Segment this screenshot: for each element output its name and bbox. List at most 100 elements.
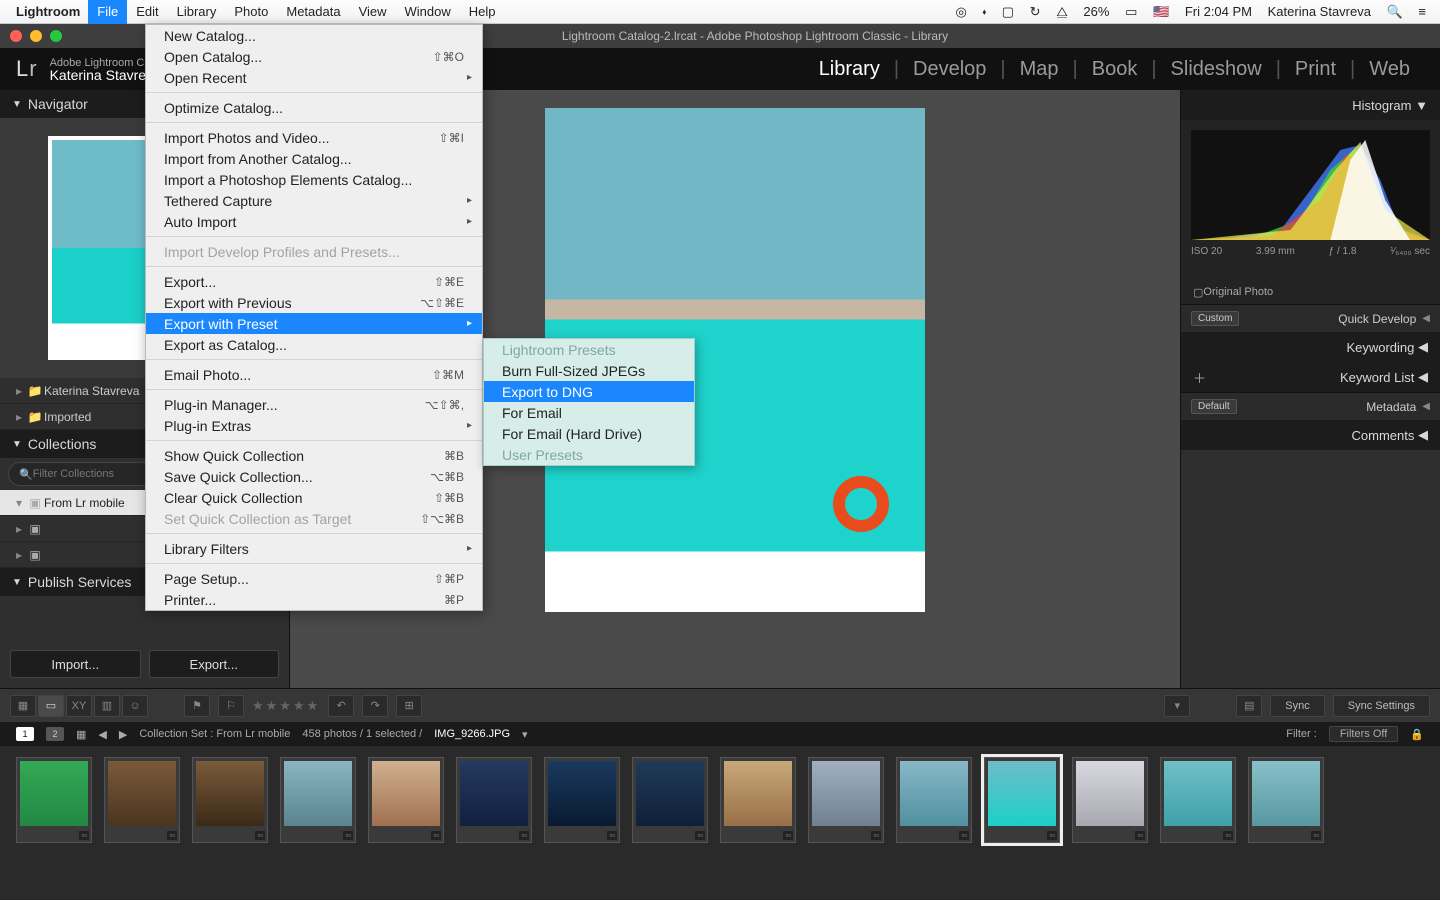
menu-item[interactable]: Email Photo...⇧⌘M xyxy=(146,364,482,385)
submenu-item[interactable]: Burn Full-Sized JPEGs xyxy=(484,360,694,381)
import-button[interactable]: Import... xyxy=(10,650,141,678)
loupe-view-icon[interactable]: ▭ xyxy=(38,695,64,717)
filmstrip-thumb[interactable]: ▫▫ xyxy=(192,757,268,843)
menu-item[interactable]: Clear Quick Collection⇧⌘B xyxy=(146,487,482,508)
filmstrip-thumb[interactable]: ▫▫ xyxy=(896,757,972,843)
survey-view-icon[interactable]: ▥ xyxy=(94,695,120,717)
filmstrip-thumb[interactable]: ▫▫ xyxy=(368,757,444,843)
quick-develop-header[interactable]: Custom Quick Develop◀ xyxy=(1181,304,1440,332)
menu-item[interactable]: Open Recent xyxy=(146,67,482,88)
sync-metadata-icon[interactable]: ▤ xyxy=(1236,695,1262,717)
menu-library[interactable]: Library xyxy=(168,0,226,24)
screen-1-icon[interactable]: 1 xyxy=(16,727,34,741)
minimize-icon[interactable] xyxy=(30,30,42,42)
close-icon[interactable] xyxy=(10,30,22,42)
dropbox-icon[interactable]: ⬪ xyxy=(976,4,992,20)
clock[interactable]: Fri 2:04 PM xyxy=(1179,4,1258,19)
rotate-right-icon[interactable]: ↷ xyxy=(362,695,388,717)
menu-item[interactable]: Auto Import xyxy=(146,211,482,232)
tab-map[interactable]: Map xyxy=(1006,58,1073,81)
wifi-icon[interactable]: ⧋ xyxy=(1050,4,1074,20)
spotlight-icon[interactable]: 🔍 xyxy=(1381,4,1409,20)
menu-item[interactable]: Save Quick Collection...⌥⌘B xyxy=(146,466,482,487)
tab-book[interactable]: Book xyxy=(1078,58,1152,81)
submenu-item[interactable]: Export to DNG xyxy=(484,381,694,402)
tab-develop[interactable]: Develop xyxy=(899,58,1000,81)
app-name[interactable]: Lightroom xyxy=(8,4,88,19)
metadata-preset[interactable]: Default xyxy=(1191,399,1237,414)
toolbar-chevron-icon[interactable]: ▾ xyxy=(1164,695,1190,717)
sync-settings-button[interactable]: Sync Settings xyxy=(1333,695,1430,717)
menu-photo[interactable]: Photo xyxy=(225,0,277,24)
menu-item[interactable]: Export with Preset xyxy=(146,313,482,334)
histogram-header[interactable]: Histogram ▼ xyxy=(1181,90,1440,120)
menu-item[interactable]: New Catalog... xyxy=(146,25,482,46)
menu-icon[interactable]: ≡ xyxy=(1412,4,1432,19)
airplay-icon[interactable]: ▢ xyxy=(996,4,1020,20)
menu-item[interactable]: Printer...⌘P xyxy=(146,589,482,610)
flag-pick-icon[interactable]: ⚑ xyxy=(184,695,210,717)
screen-2-icon[interactable]: 2 xyxy=(46,727,64,741)
menu-item[interactable]: Export...⇧⌘E xyxy=(146,271,482,292)
menu-file[interactable]: File xyxy=(88,0,127,24)
tab-web[interactable]: Web xyxy=(1355,58,1424,81)
filmstrip[interactable]: ▫▫▫▫▫▫▫▫▫▫▫▫▫▫▫▫▫▫▫▫▫▫▫▫▫▫▫▫▫▫ xyxy=(0,746,1440,854)
filename-chevron-icon[interactable]: ▾ xyxy=(522,728,528,741)
filmstrip-thumb[interactable]: ▫▫ xyxy=(808,757,884,843)
filmstrip-thumb[interactable]: ▫▫ xyxy=(104,757,180,843)
filmstrip-thumb[interactable]: ▫▫ xyxy=(720,757,796,843)
grid-view-icon[interactable]: ▦ xyxy=(10,695,36,717)
flag-reject-icon[interactable]: ⚐ xyxy=(218,695,244,717)
nav-grid-icon[interactable]: ⊞ xyxy=(396,695,422,717)
menu-item[interactable]: Library Filters xyxy=(146,538,482,559)
keyword-list-header[interactable]: ＋Keyword List ◀ xyxy=(1181,362,1440,392)
prev-icon[interactable]: ◀ xyxy=(98,728,106,741)
rating-stars[interactable]: ★★★★★ xyxy=(252,698,320,714)
filmstrip-thumb[interactable]: ▫▫ xyxy=(544,757,620,843)
original-photo-row[interactable]: ▢ Original Photo xyxy=(1181,280,1440,304)
filmstrip-thumb[interactable]: ▫▫ xyxy=(16,757,92,843)
menu-item[interactable]: Open Catalog...⇧⌘O xyxy=(146,46,482,67)
menu-item[interactable]: Optimize Catalog... xyxy=(146,97,482,118)
filmstrip-thumb[interactable]: ▫▫ xyxy=(632,757,708,843)
zoom-icon[interactable] xyxy=(50,30,62,42)
grid-icon[interactable]: ▦ xyxy=(76,728,86,741)
cc-icon[interactable]: ◎ xyxy=(949,4,972,20)
menu-window[interactable]: Window xyxy=(396,0,460,24)
filename-label[interactable]: IMG_9266.JPG xyxy=(434,728,510,740)
menu-item[interactable]: Page Setup...⇧⌘P xyxy=(146,568,482,589)
filter-value[interactable]: Filters Off xyxy=(1329,726,1398,742)
rotate-left-icon[interactable]: ↶ xyxy=(328,695,354,717)
menu-item[interactable]: Export as Catalog... xyxy=(146,334,482,355)
filmstrip-thumb[interactable]: ▫▫ xyxy=(1072,757,1148,843)
filmstrip-thumb[interactable]: ▫▫ xyxy=(984,757,1060,843)
menu-view[interactable]: View xyxy=(350,0,396,24)
battery-icon[interactable]: ▭ xyxy=(1119,4,1143,20)
menu-item[interactable]: Tethered Capture xyxy=(146,190,482,211)
quickdev-preset[interactable]: Custom xyxy=(1191,311,1239,326)
menu-edit[interactable]: Edit xyxy=(127,0,167,24)
compare-view-icon[interactable]: XY xyxy=(66,695,92,717)
filmstrip-thumb[interactable]: ▫▫ xyxy=(1160,757,1236,843)
menu-item[interactable]: Plug-in Extras xyxy=(146,415,482,436)
filmstrip-thumb[interactable]: ▫▫ xyxy=(1248,757,1324,843)
menu-help[interactable]: Help xyxy=(460,0,505,24)
menu-item[interactable]: Plug-in Manager...⌥⇧⌘, xyxy=(146,394,482,415)
keywording-header[interactable]: Keywording ◀ xyxy=(1181,332,1440,362)
filmstrip-thumb[interactable]: ▫▫ xyxy=(280,757,356,843)
export-button[interactable]: Export... xyxy=(149,650,280,678)
submenu-item[interactable]: For Email (Hard Drive) xyxy=(484,423,694,444)
tab-slideshow[interactable]: Slideshow xyxy=(1157,58,1276,81)
menu-item[interactable]: Import Photos and Video...⇧⌘I xyxy=(146,127,482,148)
menu-metadata[interactable]: Metadata xyxy=(277,0,349,24)
menu-item[interactable]: Export with Previous⌥⇧⌘E xyxy=(146,292,482,313)
username[interactable]: Katerina Stavreva xyxy=(1262,4,1377,19)
flag-icon[interactable]: 🇺🇸 xyxy=(1147,4,1175,20)
submenu-item[interactable]: For Email xyxy=(484,402,694,423)
timemachine-icon[interactable]: ↻ xyxy=(1024,4,1047,20)
menu-item[interactable]: Import a Photoshop Elements Catalog... xyxy=(146,169,482,190)
tab-library[interactable]: Library xyxy=(805,58,894,81)
tab-print[interactable]: Print xyxy=(1281,58,1350,81)
people-view-icon[interactable]: ☺ xyxy=(122,695,148,717)
comments-header[interactable]: Comments ◀ xyxy=(1181,420,1440,450)
